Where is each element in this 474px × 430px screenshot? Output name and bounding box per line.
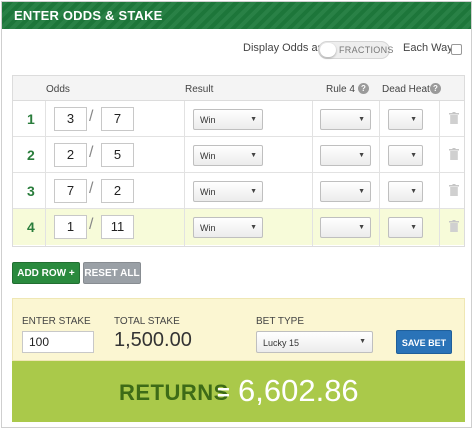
column-divider [379, 101, 380, 246]
bet-type-select[interactable]: Lucky 15 ▼ [256, 331, 373, 353]
table-row: 2 2 / 5 Win ▼ ▼ ▼ [13, 137, 464, 173]
stake-input[interactable]: 100 [22, 331, 94, 353]
chevron-down-icon: ▼ [358, 116, 365, 123]
rule4-select[interactable]: ▼ [320, 109, 371, 130]
result-select[interactable]: Win ▼ [193, 109, 263, 130]
add-row-label: ADD ROW [17, 268, 67, 279]
trash-icon[interactable] [449, 220, 459, 232]
bet-type-label: BET TYPE [256, 316, 304, 327]
stake-panel: ENTER STAKE 100 TOTAL STAKE 1,500.00 BET… [12, 298, 465, 361]
each-way-label: Each Way [403, 42, 453, 54]
result-select[interactable]: Win ▼ [193, 145, 263, 166]
odds-numerator-input[interactable]: 7 [54, 179, 87, 203]
row-number: 1 [27, 111, 35, 127]
odds-numerator-input[interactable]: 2 [54, 143, 87, 167]
dead-heat-help-icon[interactable]: ? [430, 83, 441, 94]
odds-format-label: FRACTIONS [339, 45, 394, 55]
odds-denominator-input[interactable]: 5 [101, 143, 134, 167]
chevron-down-icon: ▼ [358, 152, 365, 159]
trash-icon[interactable] [449, 148, 459, 160]
odds-numerator-input[interactable]: 1 [54, 215, 87, 239]
table-header: Odds Result Rule 4 ? Dead Heat ? [13, 76, 464, 101]
dead-heat-select[interactable]: ▼ [388, 145, 423, 166]
column-divider [312, 101, 313, 246]
odds-denominator-input[interactable]: 2 [101, 179, 134, 203]
table-row-active: 4 1 / 11 Win ▼ ▼ ▼ [13, 209, 464, 245]
chevron-down-icon: ▼ [359, 338, 366, 345]
display-odds-label: Display Odds as [243, 42, 324, 54]
row-number: 3 [27, 183, 35, 199]
result-select[interactable]: Win ▼ [193, 217, 263, 238]
page-title: ENTER ODDS & STAKE [14, 8, 163, 23]
trash-icon[interactable] [449, 184, 459, 196]
rule4-select[interactable]: ▼ [320, 217, 371, 238]
plus-icon: + [68, 268, 75, 279]
result-value: Win [200, 187, 216, 197]
chevron-down-icon: ▼ [410, 116, 417, 123]
row-number: 4 [27, 219, 35, 235]
bet-type-value: Lucky 15 [263, 338, 300, 348]
result-value: Win [200, 223, 216, 233]
rule4-help-icon[interactable]: ? [358, 83, 369, 94]
total-stake-label: TOTAL STAKE [114, 316, 180, 327]
dead-heat-select[interactable]: ▼ [388, 109, 423, 130]
odds-slash: / [89, 108, 94, 125]
returns-panel: RETURNS = 6,602.86 [12, 361, 465, 422]
total-stake-value: 1,500.00 [114, 329, 192, 351]
table-row: 1 3 / 7 Win ▼ ▼ ▼ [13, 101, 464, 137]
header-result: Result [185, 84, 214, 95]
reset-all-button[interactable]: RESET ALL [83, 262, 141, 284]
odds-table: Odds Result Rule 4 ? Dead Heat ? 1 3 / 7… [12, 75, 465, 247]
column-divider [184, 101, 185, 246]
result-select[interactable]: Win ▼ [193, 181, 263, 202]
odds-slash: / [89, 216, 94, 233]
chevron-down-icon: ▼ [410, 152, 417, 159]
odds-denominator-input[interactable]: 11 [101, 215, 134, 239]
chevron-down-icon: ▼ [250, 116, 257, 123]
chevron-down-icon: ▼ [250, 188, 257, 195]
odds-numerator-input[interactable]: 3 [54, 107, 87, 131]
rule4-select[interactable]: ▼ [320, 181, 371, 202]
odds-slash: / [89, 180, 94, 197]
column-divider [439, 101, 440, 246]
dead-heat-select[interactable]: ▼ [388, 181, 423, 202]
odds-slash: / [89, 144, 94, 161]
header-rule4: Rule 4 [326, 84, 355, 95]
header-odds: Odds [46, 84, 70, 95]
column-divider [45, 101, 46, 246]
table-row: 3 7 / 2 Win ▼ ▼ ▼ [13, 173, 464, 209]
dead-heat-select[interactable]: ▼ [388, 217, 423, 238]
result-value: Win [200, 115, 216, 125]
chevron-down-icon: ▼ [358, 224, 365, 231]
chevron-down-icon: ▼ [250, 152, 257, 159]
result-value: Win [200, 151, 216, 161]
chevron-down-icon: ▼ [358, 188, 365, 195]
header-bar: ENTER ODDS & STAKE [2, 2, 471, 29]
add-row-button[interactable]: ADD ROW + [12, 262, 80, 284]
toggle-knob [320, 43, 336, 57]
each-way-checkbox[interactable] [451, 44, 462, 55]
row-number: 2 [27, 147, 35, 163]
chevron-down-icon: ▼ [250, 224, 257, 231]
odds-format-toggle[interactable]: FRACTIONS [318, 41, 393, 59]
returns-value: 6,602.86 [238, 373, 359, 408]
returns-label: RETURNS [119, 380, 229, 405]
save-bet-button[interactable]: SAVE BET [396, 330, 452, 354]
chevron-down-icon: ▼ [410, 188, 417, 195]
rule4-select[interactable]: ▼ [320, 145, 371, 166]
header-dead-heat: Dead Heat [382, 84, 430, 95]
chevron-down-icon: ▼ [410, 224, 417, 231]
odds-calculator-panel: ENTER ODDS & STAKE Display Odds as FRACT… [1, 1, 472, 428]
enter-stake-label: ENTER STAKE [22, 316, 91, 327]
returns-equals: = [217, 380, 230, 405]
trash-icon[interactable] [449, 112, 459, 124]
odds-denominator-input[interactable]: 7 [101, 107, 134, 131]
